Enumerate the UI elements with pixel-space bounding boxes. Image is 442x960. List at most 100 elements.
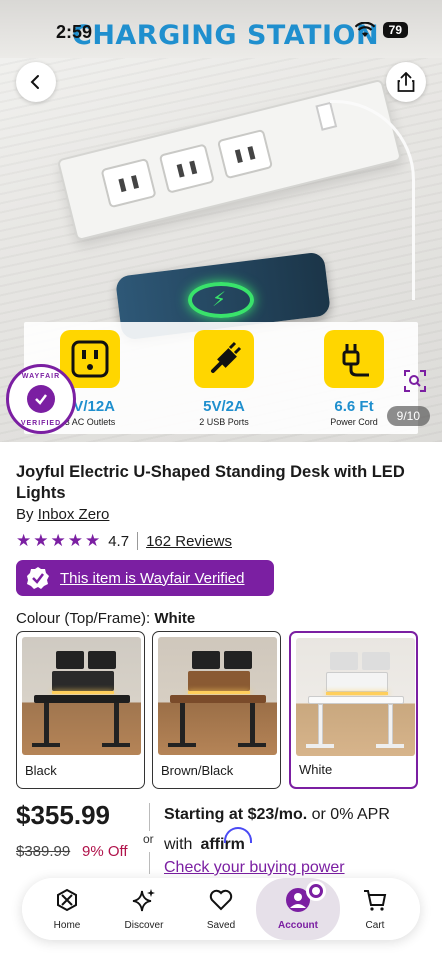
monitor: [362, 652, 390, 670]
chevron-left-icon: [30, 75, 39, 89]
colour-label-text: Colour (Top/Frame):: [16, 610, 151, 627]
share-button[interactable]: [386, 62, 426, 102]
visual-search-icon[interactable]: [404, 370, 426, 392]
charging-bolt-icon: ⚡: [212, 289, 227, 311]
desk-leg: [114, 703, 119, 745]
wayfair-verified-seal: WAYFAIR VERIFIED: [6, 364, 76, 434]
image-counter: 9/10: [386, 406, 430, 426]
monitor: [330, 652, 358, 670]
colour-option-white[interactable]: White: [289, 631, 418, 789]
star-rating-icon: ★★★★★: [16, 531, 103, 550]
monitor: [88, 651, 116, 669]
apr-text: or 0% APR: [311, 806, 390, 823]
divider: [149, 803, 150, 831]
cart-icon: [364, 890, 387, 911]
feature-panel: 5V/12A 3 AC Outlets 5V/2A 2 USB Ports 6.…: [24, 322, 418, 434]
seal-bottom-text: VERIFIED: [20, 420, 62, 427]
nav-label: Cart: [365, 920, 385, 931]
desk-foot: [32, 743, 60, 747]
desk-image: [158, 637, 277, 755]
notification-badge: [306, 881, 326, 901]
monthly-amount: $23/mo.: [247, 806, 308, 823]
power-cord-icon: [324, 330, 384, 388]
rating-row: ★★★★★ 4.7 162 Reviews: [16, 531, 232, 551]
colour-option-label: Brown/Black: [161, 763, 234, 778]
brand-link[interactable]: Inbox Zero: [38, 506, 110, 523]
desk-image: [296, 638, 415, 756]
current-price: $355.99: [16, 800, 110, 830]
desk-riser: [326, 672, 388, 692]
or-label: or: [143, 832, 154, 846]
affirm-logo: affirm: [200, 827, 253, 853]
status-time: 2:59: [56, 22, 93, 42]
product-image-carousel[interactable]: ⚡ CHARGING STATION 2:59 79 5V/12A 3 AC O…: [0, 0, 442, 442]
affirm-line: with affirm: [164, 827, 253, 854]
desk-foot: [168, 743, 196, 747]
wifi-icon: [354, 22, 375, 37]
heart-icon: [209, 889, 233, 911]
nav-cart[interactable]: Cart: [340, 878, 410, 940]
brand-line: By Inbox Zero: [16, 506, 109, 523]
with-text: with: [164, 836, 193, 853]
desk-leg: [44, 703, 49, 745]
by-prefix: By: [16, 506, 34, 523]
nav-label: Account: [278, 920, 318, 931]
discount-label: 9% Off: [82, 843, 128, 860]
back-button[interactable]: [16, 62, 56, 102]
verified-label: This item is Wayfair Verified: [60, 569, 245, 587]
desk-foot: [102, 743, 130, 747]
seal-top-text: WAYFAIR: [21, 373, 61, 380]
colour-option-label: White: [299, 762, 333, 777]
monitor: [224, 651, 252, 669]
share-icon: [397, 72, 415, 92]
monitor: [192, 651, 220, 669]
feature-caption: 2 USB Ports: [199, 417, 249, 427]
led-strip: [52, 691, 114, 694]
desk-leg: [318, 704, 323, 746]
product-title: Joyful Electric U-Shaped Standing Desk w…: [16, 463, 405, 502]
divider: [149, 852, 150, 874]
nav-saved[interactable]: Saved: [186, 878, 256, 940]
colour-label: Colour (Top/Frame): White: [16, 610, 195, 627]
desk-image: [22, 637, 141, 755]
home-icon: [57, 888, 77, 912]
colour-option-label: Black: [25, 763, 57, 778]
nav-account[interactable]: Account: [256, 878, 340, 940]
desk-foot: [376, 744, 404, 748]
desk-foot: [238, 743, 266, 747]
usb-plug-icon: [194, 330, 254, 388]
desktop: [34, 695, 130, 703]
check-icon: [27, 385, 55, 413]
ac-outlet: [216, 128, 274, 180]
sparkle-icon: [132, 889, 155, 912]
feature-usb: 5V/2A 2 USB Ports: [164, 330, 284, 427]
bottom-navigation: Home Discover Saved Account Cart: [22, 878, 420, 940]
monitor: [56, 651, 84, 669]
original-price: $389.99: [16, 843, 71, 860]
colour-option-black[interactable]: Black: [16, 631, 145, 789]
ac-outlet: [158, 143, 215, 194]
financing-line: Starting at $23/mo. or 0% APR: [164, 806, 390, 824]
colour-option-brown-black[interactable]: Brown/Black: [152, 631, 281, 789]
desk-leg: [250, 703, 255, 745]
nav-label: Discover: [124, 920, 164, 931]
feature-value: 5V/2A: [203, 398, 245, 415]
buying-power-link[interactable]: Check your buying power: [164, 859, 345, 877]
desk-riser: [188, 671, 250, 691]
led-strip: [326, 692, 388, 695]
status-icons: 79: [354, 22, 408, 38]
nav-discover[interactable]: Discover: [109, 878, 179, 940]
desk-leg: [180, 703, 185, 745]
battery-indicator: 79: [382, 22, 408, 38]
rating-value: 4.7: [108, 532, 130, 550]
reviews-link[interactable]: 162 Reviews: [146, 533, 232, 550]
nav-home[interactable]: Home: [32, 878, 102, 940]
nav-label: Saved: [206, 920, 236, 931]
verified-banner[interactable]: This item is Wayfair Verified: [16, 560, 274, 596]
starting-at: Starting at: [164, 806, 244, 823]
desktop: [308, 696, 404, 704]
desk-riser: [52, 671, 114, 691]
nav-label: Home: [53, 920, 81, 931]
image-headline: CHARGING STATION: [72, 20, 380, 51]
divider: [137, 532, 139, 550]
